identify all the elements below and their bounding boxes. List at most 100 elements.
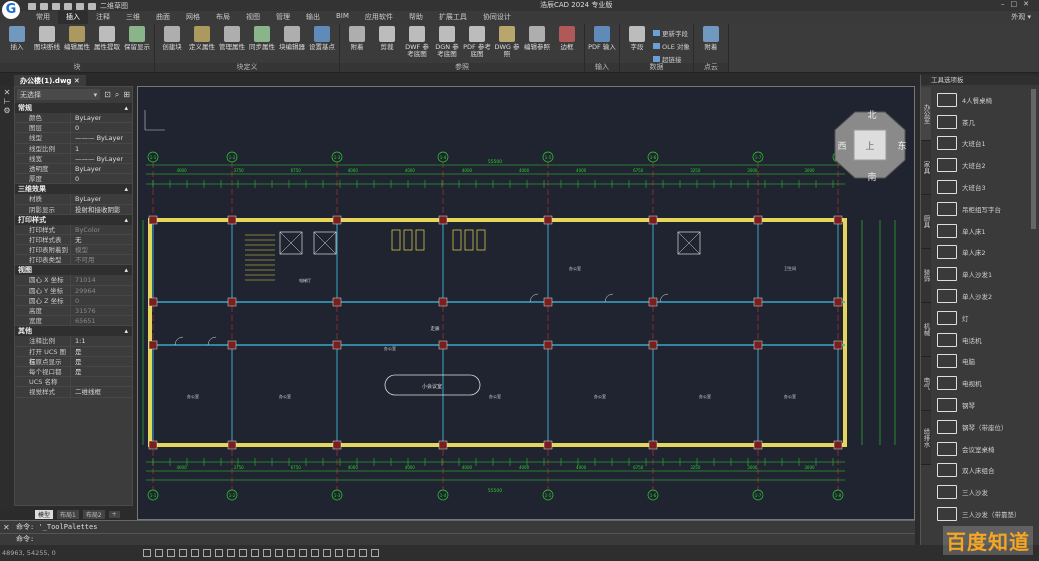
status-toggle-icon[interactable] — [311, 549, 319, 557]
palette-tab[interactable]: 装饰 — [921, 249, 931, 303]
menu-tab[interactable]: 应用软件 — [357, 11, 401, 24]
menu-tab[interactable]: 管理 — [268, 11, 298, 24]
property-row[interactable]: 打印样式表无 — [15, 234, 132, 246]
print-icon[interactable] — [64, 2, 72, 10]
property-row[interactable]: 注释比例 1:1 — [15, 336, 132, 347]
status-toggle-icon[interactable] — [323, 549, 331, 557]
property-row[interactable]: 线型比例 1 — [15, 143, 132, 154]
property-value[interactable]: 29964 — [71, 286, 96, 295]
layout-tab[interactable]: 布局2 — [82, 509, 105, 519]
palette-item[interactable]: 钢琴 — [937, 394, 1029, 416]
property-row[interactable]: 圆心 X 坐标 71014 — [15, 275, 132, 286]
palette-scrollbar[interactable] — [1031, 89, 1036, 229]
status-toggle-icon[interactable] — [359, 549, 367, 557]
property-row[interactable]: 透明度 ByLayer — [15, 163, 132, 175]
palette-item[interactable]: 茶几 — [937, 111, 1029, 133]
ribbon-button[interactable]: 附着 — [343, 26, 371, 62]
close-panel-icon[interactable]: ✕ — [0, 88, 14, 97]
ribbon-button[interactable]: 属性提取 — [93, 26, 121, 62]
property-row[interactable]: 打印表附着到 模型 — [15, 245, 132, 256]
close-icon[interactable]: ✕ — [1023, 0, 1035, 8]
palette-item[interactable]: 4人餐桌椅 — [937, 89, 1029, 111]
status-toggle-icon[interactable] — [263, 549, 271, 557]
layout-tab[interactable]: + — [108, 510, 120, 518]
property-row[interactable]: 线宽 ——— ByLayer — [15, 153, 132, 164]
property-value[interactable]: ——— ByLayer — [71, 133, 123, 142]
palette-item[interactable]: 电话机 — [937, 329, 1029, 351]
property-section-header[interactable]: 其他 ▴ — [15, 326, 132, 337]
property-section-header[interactable]: 常规 ▴ — [15, 103, 132, 113]
property-value[interactable]: 投射和接收阴影 — [71, 205, 121, 214]
palette-item[interactable]: 双人床组合 — [937, 460, 1029, 482]
command-input[interactable]: 命令: — [0, 533, 915, 544]
property-value[interactable]: 是 — [71, 367, 82, 376]
status-toggle-icon[interactable] — [203, 549, 211, 557]
property-row[interactable]: 每个视口都是 — [15, 366, 132, 378]
menu-tab[interactable]: 协同设计 — [475, 11, 519, 24]
property-value[interactable]: 1 — [71, 144, 79, 153]
property-row[interactable]: 阴影显示 投射和接收阴影 — [15, 204, 132, 215]
ribbon-button[interactable]: PDF 输入 — [588, 26, 616, 62]
property-row[interactable]: 材质 ByLayer — [15, 194, 132, 205]
drawing-canvas[interactable]: 1-1 1-1 1-2 1-2 1-3 1-3 1-4 1-4 1-5 1-5 1-6 1-6 1-7 1… — [137, 86, 915, 520]
save-icon[interactable] — [52, 2, 60, 10]
menu-tab[interactable]: 插入 — [58, 11, 88, 24]
palette-item[interactable]: 吊柜组写字台 — [937, 198, 1029, 220]
new-icon[interactable] — [28, 2, 36, 10]
status-toggle-icon[interactable] — [335, 549, 343, 557]
property-value[interactable]: 65651 — [71, 316, 96, 325]
property-value[interactable]: 不可用 — [71, 255, 95, 264]
ribbon-button[interactable]: 边框 — [553, 26, 581, 62]
palette-item[interactable]: 单人床1 — [937, 220, 1029, 242]
property-value[interactable]: 71014 — [71, 275, 96, 284]
redo-icon[interactable] — [88, 2, 96, 10]
status-toggle-icon[interactable] — [179, 549, 187, 557]
menu-tab[interactable]: 三维 — [118, 11, 148, 24]
palette-item[interactable]: 大班台1 — [937, 133, 1029, 155]
select-objects-icon[interactable]: ⌕ — [115, 90, 119, 100]
palette-item[interactable]: 大班台2 — [937, 154, 1029, 176]
status-toggle-icon[interactable] — [215, 549, 223, 557]
palette-item[interactable]: 单人床2 — [937, 242, 1029, 264]
property-value[interactable]: ByColor — [71, 225, 100, 234]
status-toggle-icon[interactable] — [143, 549, 151, 557]
property-row[interactable]: 线型 ——— ByLayer — [15, 133, 132, 144]
palette-tab[interactable]: 办公室 — [921, 87, 931, 141]
menu-tab[interactable]: 常用 — [28, 11, 58, 24]
property-value[interactable]: 0 — [71, 174, 79, 183]
ribbon-small-button[interactable]: OLE 对象 — [653, 41, 690, 51]
ribbon-button[interactable]: 插入 — [3, 26, 31, 62]
property-row[interactable]: 颜色 ByLayer — [15, 113, 132, 124]
property-row[interactable]: 圆心 Y 坐标 29964 — [15, 285, 132, 296]
ribbon-button[interactable]: 剪裁 — [373, 26, 401, 62]
property-value[interactable]: 0 — [71, 296, 79, 305]
property-row[interactable]: 高度 31576 — [15, 306, 132, 317]
property-row[interactable]: 圆心 Z 坐标 0 — [15, 295, 132, 306]
ribbon-button[interactable]: 创建块 — [158, 26, 186, 62]
palette-item[interactable]: 单人沙发1 — [937, 263, 1029, 285]
toggle-pickadd-icon[interactable]: ⊞ — [123, 90, 130, 100]
status-toggle-icon[interactable] — [251, 549, 259, 557]
undo-icon[interactable] — [76, 2, 84, 10]
property-value[interactable] — [71, 377, 75, 386]
palette-item[interactable]: 会议室桌椅 — [937, 438, 1029, 460]
ribbon-button[interactable]: DWF 参考底图 — [403, 26, 431, 62]
status-toggle-icon[interactable] — [371, 549, 379, 557]
property-section-header[interactable]: 打印样式 ▴ — [15, 214, 132, 225]
property-row[interactable]: 视觉样式 二维线框 — [15, 387, 132, 398]
palette-tab[interactable]: 给排水 — [921, 411, 931, 465]
property-row[interactable]: 图层 0 — [15, 123, 132, 134]
ribbon-button[interactable]: DGN 参考底图 — [433, 26, 461, 62]
property-value[interactable]: ByLayer — [71, 164, 101, 173]
menu-tab[interactable]: 输出 — [298, 11, 328, 24]
property-value[interactable]: 31576 — [71, 306, 96, 315]
ribbon-button[interactable]: PDF 参考底图 — [463, 26, 491, 62]
property-value[interactable]: ByLayer — [71, 194, 101, 203]
status-toggle-icon[interactable] — [287, 549, 295, 557]
menu-tab[interactable]: 网格 — [178, 11, 208, 24]
status-toggle-icon[interactable] — [275, 549, 283, 557]
ribbon-button[interactable]: DWG 参照 — [493, 26, 521, 62]
ribbon-button[interactable]: 设置基点 — [308, 26, 336, 62]
menu-tab[interactable]: 视图 — [238, 11, 268, 24]
maximize-icon[interactable]: □ — [1011, 0, 1024, 8]
